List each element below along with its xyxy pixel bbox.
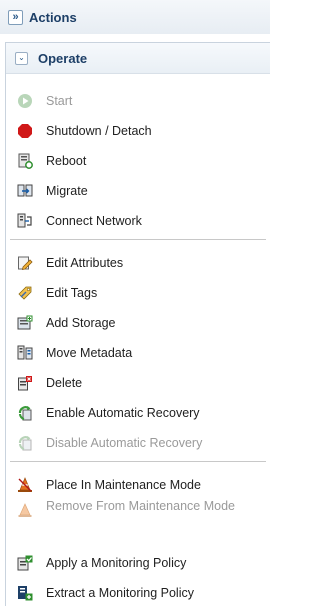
action-remove-from-maintenance-mode[interactable]: Remove From Maintenance Mode (16, 499, 266, 539)
action-apply-monitoring-policy[interactable]: Apply a Monitoring Policy (16, 550, 266, 576)
operate-section-title: Operate (38, 50, 88, 66)
tag-icon (16, 284, 34, 302)
recovery-icon (16, 404, 34, 422)
reboot-icon (16, 152, 34, 170)
action-label: Delete (46, 376, 83, 390)
operate-section-header[interactable]: ⌄ Operate (6, 43, 270, 74)
migrate-icon (16, 182, 34, 200)
network-icon (16, 212, 34, 230)
action-extract-monitoring-policy[interactable]: Extract a Monitoring Policy (16, 580, 266, 606)
actions-title: Actions (29, 9, 77, 25)
action-label: Migrate (46, 184, 88, 198)
action-shutdown[interactable]: Shutdown / Detach (16, 118, 266, 144)
action-edit-attributes[interactable]: Edit Attributes (16, 250, 266, 276)
actions-header: » Actions (0, 0, 270, 34)
action-label: Disable Automatic Recovery (46, 436, 203, 450)
action-label: Enable Automatic Recovery (46, 406, 200, 420)
action-label: Move Metadata (46, 346, 133, 360)
action-disable-automatic-recovery[interactable]: Disable Automatic Recovery (16, 430, 266, 456)
action-label: Shutdown / Detach (46, 124, 152, 138)
action-reboot[interactable]: Reboot (16, 148, 266, 174)
storage-icon (16, 314, 34, 332)
apply-policy-icon (16, 554, 34, 572)
action-label: Edit Attributes (46, 256, 124, 270)
edit-pencil-icon (16, 254, 34, 272)
action-delete[interactable]: Delete (16, 370, 266, 396)
recovery-icon (16, 434, 34, 452)
section-toggle-button[interactable]: ⌄ (15, 51, 28, 65)
action-add-storage[interactable]: Add Storage (16, 310, 266, 336)
action-label: Place In Maintenance Mode (46, 478, 201, 492)
metadata-icon (16, 344, 34, 362)
action-label: Add Storage (46, 316, 116, 330)
action-label: Reboot (46, 154, 87, 168)
maintenance-cone-icon (16, 476, 34, 494)
separator (10, 239, 266, 240)
action-label: Start (46, 94, 73, 108)
separator (10, 461, 266, 462)
action-place-in-maintenance-mode[interactable]: Place In Maintenance Mode (16, 472, 266, 498)
delete-icon (16, 374, 34, 392)
action-enable-automatic-recovery[interactable]: Enable Automatic Recovery (16, 400, 266, 426)
action-migrate[interactable]: Migrate (16, 178, 266, 204)
play-icon (16, 92, 34, 110)
action-label: Remove From Maintenance Mode (46, 499, 235, 513)
action-label: Connect Network (46, 214, 142, 228)
action-connect-network[interactable]: Connect Network (16, 208, 266, 234)
action-edit-tags[interactable]: Edit Tags (16, 280, 266, 306)
extract-policy-icon (16, 584, 34, 602)
action-label: Apply a Monitoring Policy (46, 556, 187, 570)
collapse-actions-button[interactable]: » (8, 9, 23, 25)
action-start[interactable]: Start (16, 88, 266, 114)
operate-panel: ⌄ Operate Start Shutdown / Detach Reboot (5, 42, 270, 606)
maintenance-bell-icon (16, 501, 34, 519)
action-label: Extract a Monitoring Policy (46, 586, 194, 600)
action-label: Edit Tags (46, 286, 98, 300)
action-move-metadata[interactable]: Move Metadata (16, 340, 266, 366)
stop-octagon-icon (16, 122, 34, 140)
